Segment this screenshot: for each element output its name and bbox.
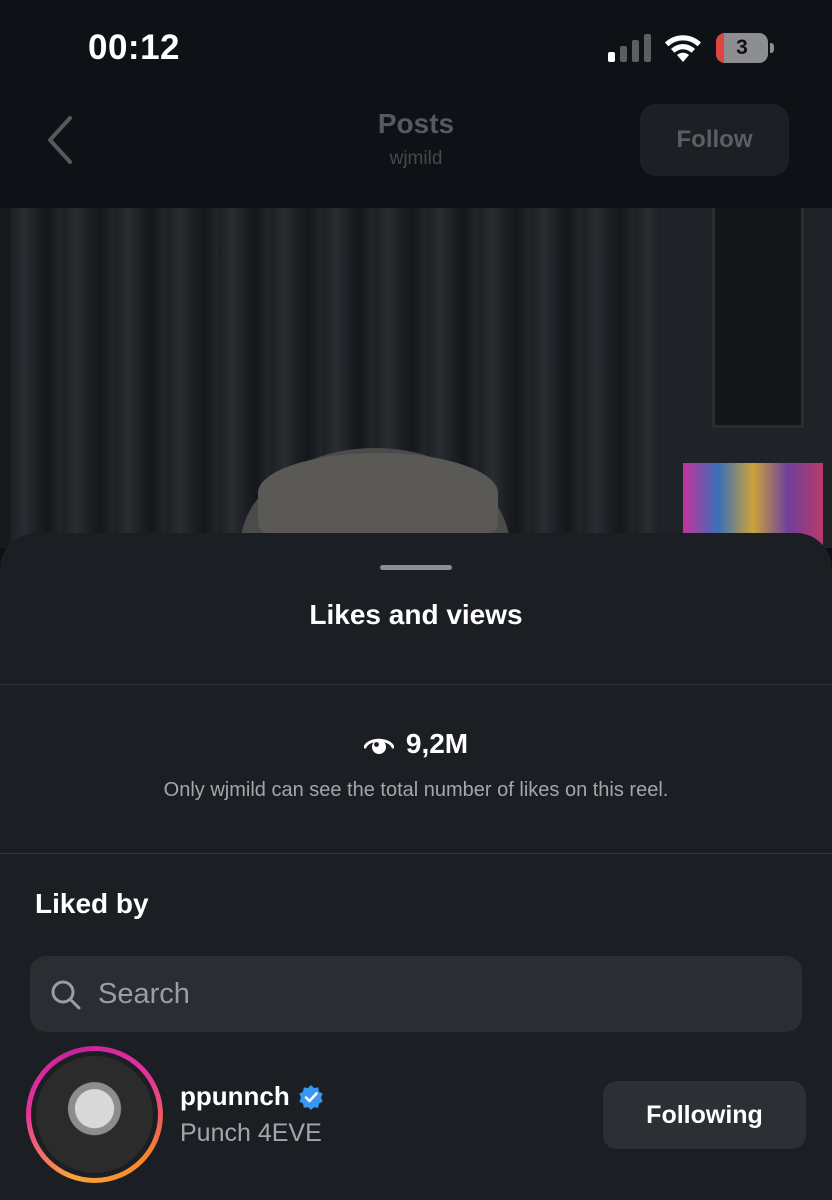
divider: [0, 684, 832, 685]
search-icon: [51, 980, 81, 1010]
liked-by-heading: Liked by: [35, 888, 149, 919]
battery-icon: 3: [716, 33, 774, 63]
likes-views-sheet: Likes and views 9,2M Only wjmild can see…: [0, 533, 832, 1200]
top-nav: Posts wjmild Follow: [0, 96, 832, 208]
user-name-line: ppunnch: [180, 1081, 324, 1112]
user-full-name: Punch 4EVE: [180, 1119, 322, 1147]
battery-level: 3: [736, 36, 748, 59]
views-note: Only wjmild can see the total number of …: [163, 779, 669, 801]
views-summary: 9,2M: [0, 728, 832, 760]
eye-icon: [363, 738, 394, 754]
search-input[interactable]: [98, 956, 778, 1032]
avatar[interactable]: [36, 1056, 153, 1173]
person-hair: [258, 453, 498, 533]
username[interactable]: ppunnch: [180, 1081, 290, 1112]
list-item[interactable]: ppunnch Punch 4EVE Following: [0, 1045, 832, 1200]
status-time: 00:12: [88, 28, 181, 67]
verified-badge-icon: [299, 1084, 323, 1110]
screen: 00:12 3 Posts wjmild Follow Likes and vi…: [0, 0, 832, 1200]
reel-video[interactable]: [0, 208, 832, 548]
cellular-signal-icon: [608, 34, 651, 62]
views-count: 9,2M: [405, 728, 469, 759]
status-bar: 00:12 3: [0, 0, 832, 96]
search-bar[interactable]: [30, 956, 802, 1032]
wifi-icon: [665, 35, 701, 62]
story-ring[interactable]: [26, 1046, 163, 1183]
following-button[interactable]: Following: [603, 1081, 806, 1149]
follow-button[interactable]: Follow: [640, 104, 789, 176]
sheet-grabber[interactable]: [380, 565, 452, 570]
divider: [0, 853, 832, 854]
sheet-title: Likes and views: [309, 599, 523, 630]
wall-frame: [712, 208, 804, 428]
